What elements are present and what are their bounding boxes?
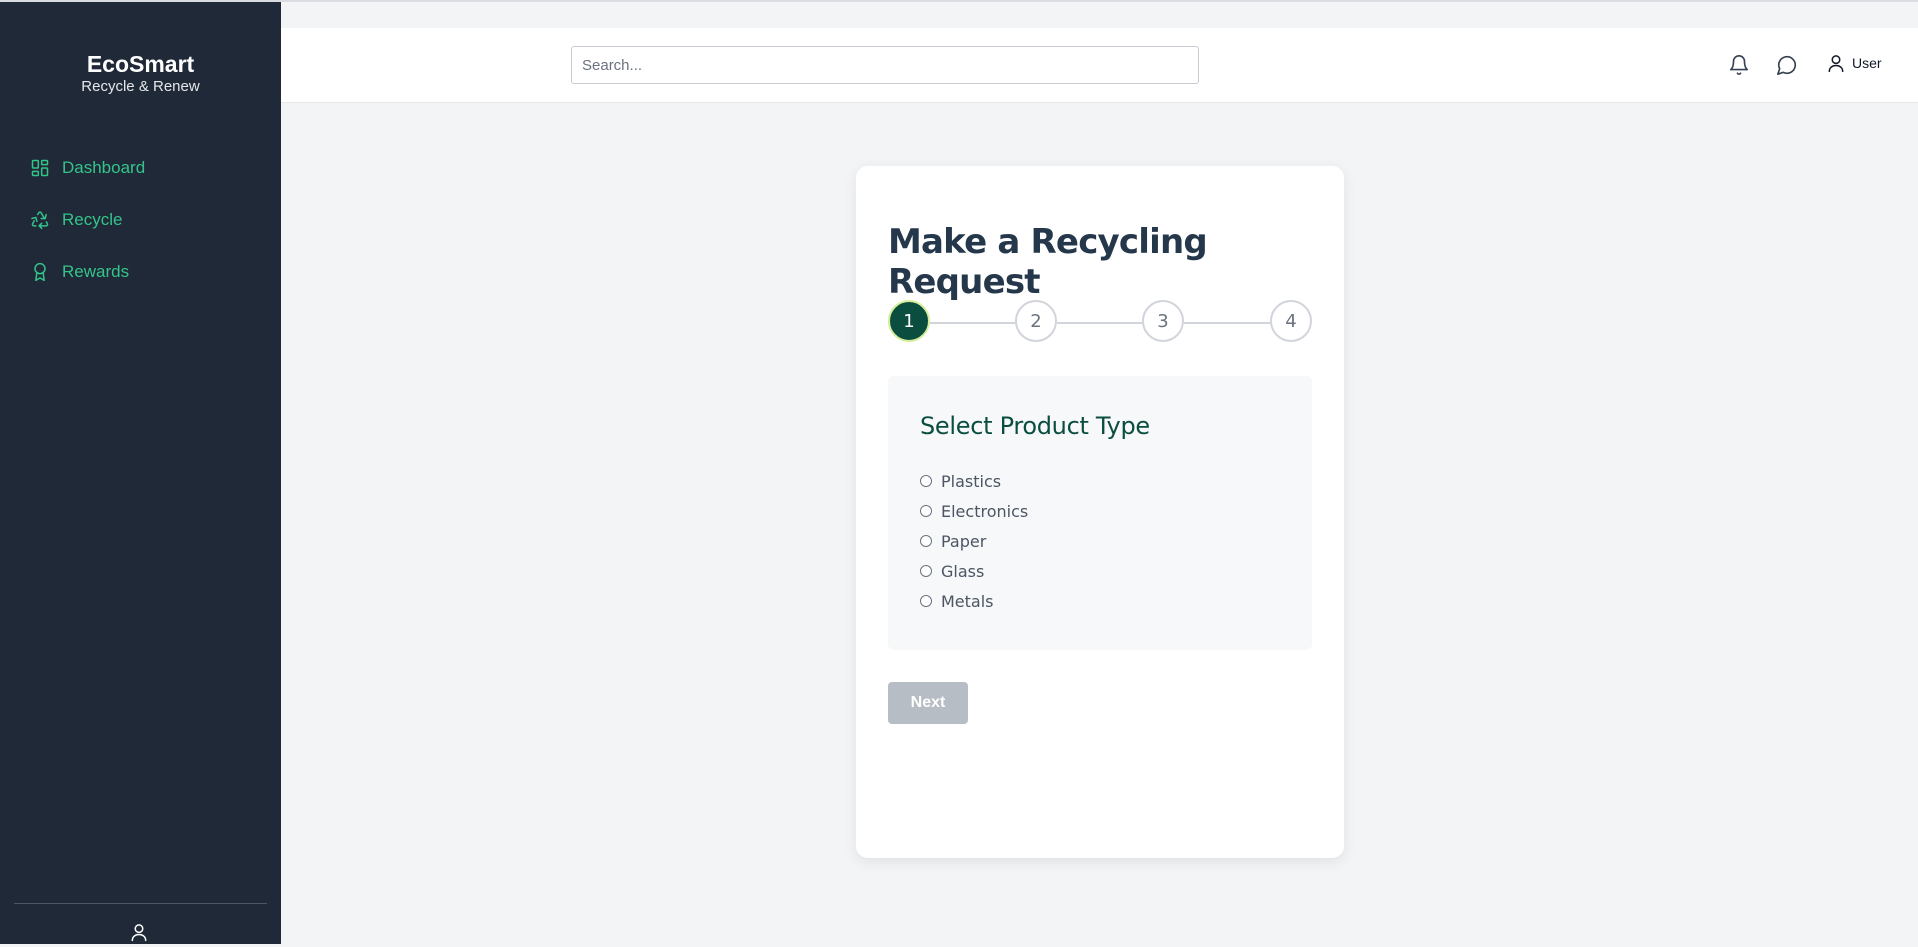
option-plastics[interactable]: Plastics [920, 466, 1028, 496]
radio-button[interactable] [920, 535, 932, 547]
recycling-request-card: Make a Recycling Request 1 2 3 4 Select … [856, 166, 1344, 858]
user-icon [1826, 53, 1846, 73]
chat-icon[interactable] [1776, 54, 1798, 76]
option-label: Metals [941, 591, 994, 611]
option-electronics[interactable]: Electronics [920, 496, 1028, 526]
step-3: 3 [1142, 300, 1184, 342]
user-icon[interactable] [129, 922, 149, 942]
next-button[interactable]: Next [888, 682, 968, 724]
product-type-panel: Select Product Type Plastics Electronics… [888, 376, 1312, 650]
sidebar-item-label: Dashboard [62, 158, 146, 177]
sidebar: EcoSmart Recycle & Renew Dashboard Recyc… [0, 2, 281, 944]
sidebar-item-label: Rewards [62, 262, 130, 281]
product-type-options: Plastics Electronics Paper Glass Metals [920, 466, 1028, 616]
option-label: Electronics [941, 501, 1029, 521]
radio-button[interactable] [920, 595, 932, 607]
top-header: User [281, 28, 1918, 103]
user-menu-button[interactable]: User [1826, 53, 1882, 73]
step-4: 4 [1270, 300, 1312, 342]
progress-stepper: 1 2 3 4 [888, 300, 1312, 346]
step-2: 2 [1015, 300, 1057, 342]
radio-button[interactable] [920, 565, 932, 577]
user-label: User [1852, 55, 1882, 71]
step-connector [1057, 322, 1142, 324]
dashboard-grid-icon [30, 158, 50, 178]
radio-button[interactable] [920, 475, 932, 487]
brand: EcoSmart Recycle & Renew [0, 50, 281, 96]
option-label: Paper [941, 531, 987, 551]
sidebar-nav: Dashboard Recycle Rewards [0, 142, 281, 298]
option-label: Plastics [941, 471, 1002, 491]
sidebar-divider [14, 903, 267, 904]
brand-subtitle: Recycle & Renew [81, 78, 200, 95]
option-label: Glass [941, 561, 985, 581]
page-title: Make a Recycling Request [888, 222, 1208, 302]
brand-title: EcoSmart [86, 51, 195, 77]
sidebar-item-recycle[interactable]: Recycle [0, 194, 281, 246]
bell-icon[interactable] [1728, 54, 1750, 76]
option-glass[interactable]: Glass [920, 556, 1028, 586]
sidebar-item-dashboard[interactable]: Dashboard [0, 142, 281, 194]
section-title: Select Product Type [920, 412, 1150, 440]
radio-button[interactable] [920, 505, 932, 517]
step-connector [1184, 322, 1270, 324]
search-input[interactable] [571, 46, 1199, 84]
step-1: 1 [888, 300, 930, 342]
option-paper[interactable]: Paper [920, 526, 1028, 556]
sidebar-item-rewards[interactable]: Rewards [0, 246, 281, 298]
recycle-icon [30, 210, 50, 230]
top-border [0, 0, 1918, 2]
option-metals[interactable]: Metals [920, 586, 1028, 616]
award-icon [30, 262, 50, 282]
step-connector [930, 322, 1015, 324]
sidebar-item-label: Recycle [62, 210, 123, 229]
